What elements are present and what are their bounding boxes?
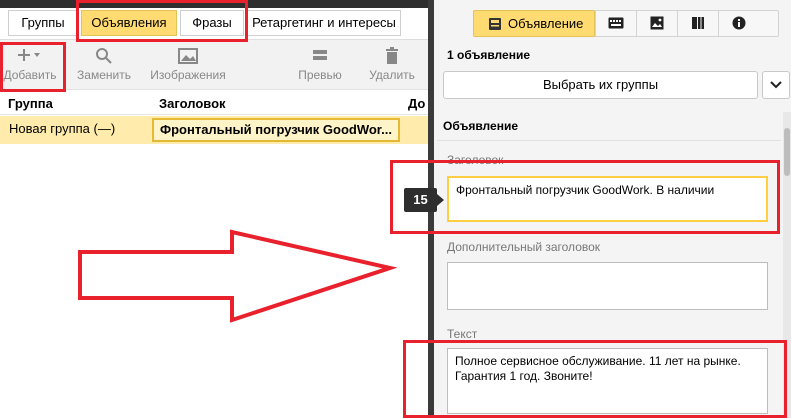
annotation-box-text (403, 340, 787, 418)
tab-keyboard[interactable] (595, 10, 636, 37)
ad-count: 1 объявление (447, 48, 530, 62)
info-icon (732, 16, 746, 30)
choose-groups-button[interactable]: Выбрать их группы (443, 71, 758, 99)
extra-title-field[interactable] (447, 262, 768, 310)
extra-title-label: Дополнительный заголовок (447, 240, 601, 254)
row-group-cell[interactable]: Новая группа (—) (9, 121, 115, 136)
keyboard-icon (608, 17, 624, 29)
image-icon (650, 16, 664, 30)
divider (437, 140, 781, 141)
chevron-down-icon (770, 81, 782, 89)
tab-info[interactable] (718, 10, 759, 37)
replace-button[interactable]: Заменить (76, 46, 132, 82)
arrow-annotation (78, 229, 398, 323)
annotation-box-add (0, 42, 66, 92)
text-label: Текст (447, 327, 478, 341)
search-icon (96, 48, 112, 64)
delete-button[interactable]: Удалить (366, 46, 418, 82)
scrollbar-thumb[interactable] (784, 128, 790, 176)
ad-icon (489, 18, 501, 30)
delete-label: Удалить (369, 68, 415, 82)
trash-icon (386, 47, 398, 64)
tab-retargeting[interactable]: Ретаргетинг и интересы (247, 10, 401, 36)
tab-ad[interactable]: Объявление (473, 10, 595, 37)
tab-ad-label: Объявление (508, 16, 584, 31)
images-button[interactable]: Изображения (148, 46, 228, 82)
row-title-cell[interactable]: Фронтальный погрузчик GoodWor... (152, 118, 400, 142)
preview-button[interactable]: Превью (296, 46, 344, 82)
image-icon (178, 48, 198, 64)
column-header-extra[interactable]: До (408, 96, 425, 111)
tab-groups[interactable]: Группы (8, 10, 78, 36)
video-icon (692, 17, 704, 29)
column-header-title[interactable]: Заголовок (159, 96, 226, 111)
annotation-box-title (390, 160, 780, 234)
preview-label: Превью (298, 68, 342, 82)
images-label: Изображения (150, 68, 226, 82)
tab-image[interactable] (636, 10, 677, 37)
column-header-group[interactable]: Группа (8, 96, 53, 111)
section-title: Объявление (443, 119, 518, 133)
tab-video[interactable] (677, 10, 718, 37)
choose-groups-dropdown[interactable] (762, 71, 790, 99)
annotation-box-tabs (76, 0, 248, 42)
replace-label: Заменить (77, 68, 131, 82)
preview-icon (313, 50, 327, 60)
